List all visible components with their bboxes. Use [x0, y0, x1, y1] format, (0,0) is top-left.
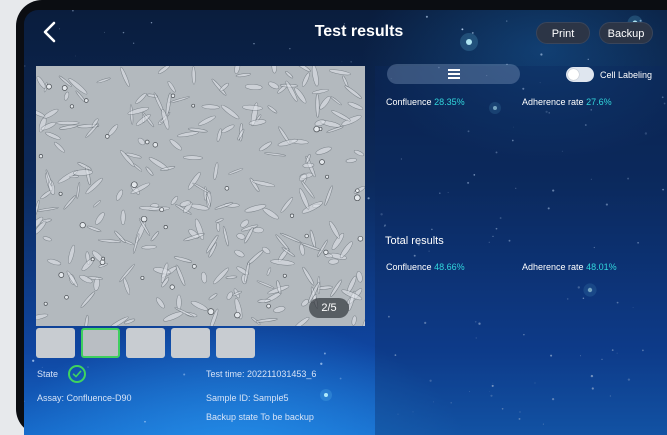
total-confluence-value: 48.66% [434, 262, 465, 272]
adherence-label: Adherence rate [522, 97, 584, 107]
list-icon [447, 69, 460, 79]
confluence-value: 28.35% [434, 97, 465, 107]
confluence-label: Confluence [386, 97, 432, 107]
page-title: Test results [314, 23, 404, 40]
cell-labeling-label: Cell Labeling [600, 70, 653, 80]
backup-button[interactable]: Backup [599, 22, 653, 44]
thumbnail-2[interactable] [81, 328, 120, 358]
total-adherence-value: 48.01% [586, 262, 617, 272]
total-confluence-label: Confluence [386, 262, 432, 272]
adherence-value: 27.6% [586, 97, 612, 107]
switch-knob [568, 69, 579, 80]
thumbnail-4[interactable] [171, 328, 210, 358]
state-label: State [37, 369, 59, 379]
thumbnail-5[interactable] [216, 328, 255, 358]
total-confluence-metric: Confluence 48.66% [386, 262, 465, 272]
total-adherence-label: Adherence rate [522, 262, 584, 272]
chevron-left-icon [43, 21, 56, 43]
cell-microscopy-image [36, 66, 365, 326]
total-adherence-metric: Adherence rate 48.01% [522, 262, 617, 272]
adherence-metric: Adherence rate 27.6% [522, 97, 612, 107]
header-bar: Test results Print Backup [24, 10, 667, 56]
page-indicator: 2/5 [309, 298, 349, 318]
test-time-text: Test time: 202211031453_6 [206, 369, 317, 379]
app-screen: Test results Print Backup 2/5 State Assa… [24, 10, 667, 435]
total-results-title: Total results [385, 235, 444, 247]
print-button[interactable]: Print [536, 22, 590, 44]
assay-text: Assay: Confluence-D90 [37, 393, 132, 403]
back-button[interactable] [36, 18, 64, 46]
microscope-image-viewer[interactable]: 2/5 [36, 66, 365, 326]
cell-labeling-switch[interactable] [566, 67, 594, 82]
thumbnail-3[interactable] [126, 328, 165, 358]
thumbnail-1[interactable] [36, 328, 75, 358]
sample-id-text: Sample ID: Sample5 [206, 393, 289, 403]
confluence-metric: Confluence 28.35% [386, 97, 465, 107]
backup-state-text: Backup state To be backup [206, 412, 314, 422]
results-panel [375, 66, 667, 435]
check-circle-icon [68, 365, 86, 383]
view-toggle[interactable] [387, 64, 520, 84]
